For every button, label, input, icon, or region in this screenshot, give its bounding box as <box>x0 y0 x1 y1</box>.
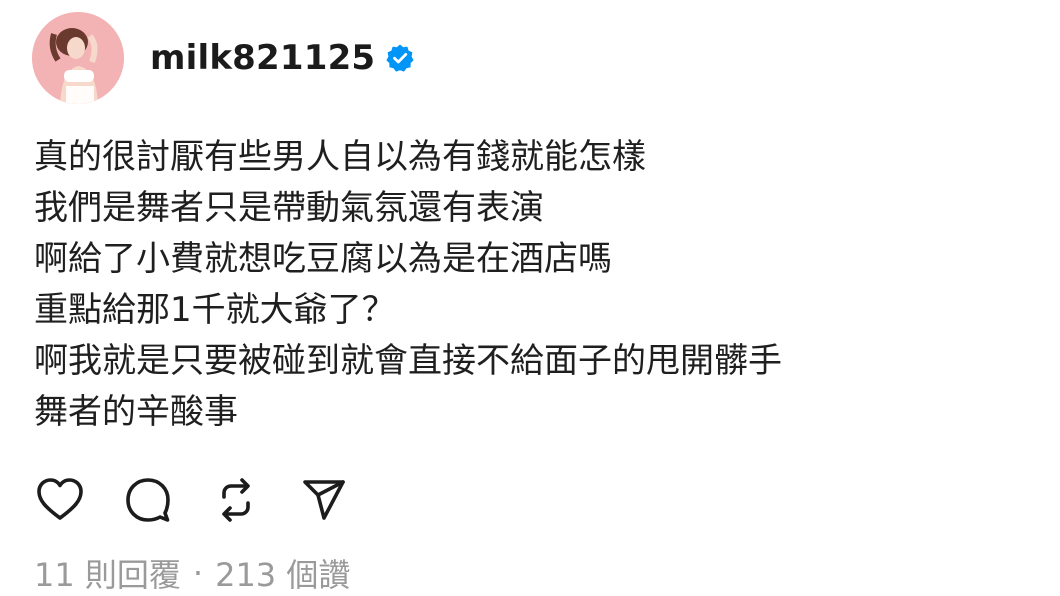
heart-icon <box>37 478 83 520</box>
verified-badge-icon <box>385 43 415 73</box>
post-text-line: 真的很討厭有些男人自以為有錢就能怎樣 <box>34 137 646 177</box>
repost-icon <box>222 478 250 522</box>
post-text-line: 重點給那1千就大爺了？ <box>34 290 396 330</box>
post-text-line: 我們是舞者只是帶動氣氛還有表演 <box>34 188 544 228</box>
stats-separator: · <box>192 554 204 592</box>
username-group: milk821125 <box>150 38 415 78</box>
repost-button[interactable] <box>210 474 262 526</box>
post-body: 真的很討厭有些男人自以為有錢就能怎樣 我們是舞者只是帶動氣氛還有表演 啊給了小費… <box>34 132 782 438</box>
post-header: milk821125 <box>32 12 415 104</box>
replies-count[interactable]: 11 則回覆 <box>34 550 181 596</box>
comment-icon <box>126 478 170 522</box>
share-button[interactable] <box>298 474 350 526</box>
send-icon <box>303 480 345 520</box>
post-stats: 11 則回覆 · 213 個讚 <box>34 550 350 596</box>
action-bar <box>34 474 386 526</box>
comment-button[interactable] <box>122 474 174 526</box>
post-text-line: 啊給了小費就想吃豆腐以為是在酒店嗎 <box>34 239 612 279</box>
avatar-image <box>32 12 124 104</box>
like-button[interactable] <box>34 474 86 526</box>
avatar[interactable] <box>32 12 124 104</box>
post-text-line: 舞者的辛酸事 <box>34 392 238 432</box>
likes-count[interactable]: 213 個讚 <box>215 550 350 596</box>
username[interactable]: milk821125 <box>150 38 375 78</box>
post-text-line: 啊我就是只要被碰到就會直接不給面子的甩開髒手 <box>34 341 782 381</box>
thread-post: milk821125 真的很討厭有些男人自以為有錢就能怎樣 我們是舞者只是帶動氣… <box>0 0 1060 596</box>
